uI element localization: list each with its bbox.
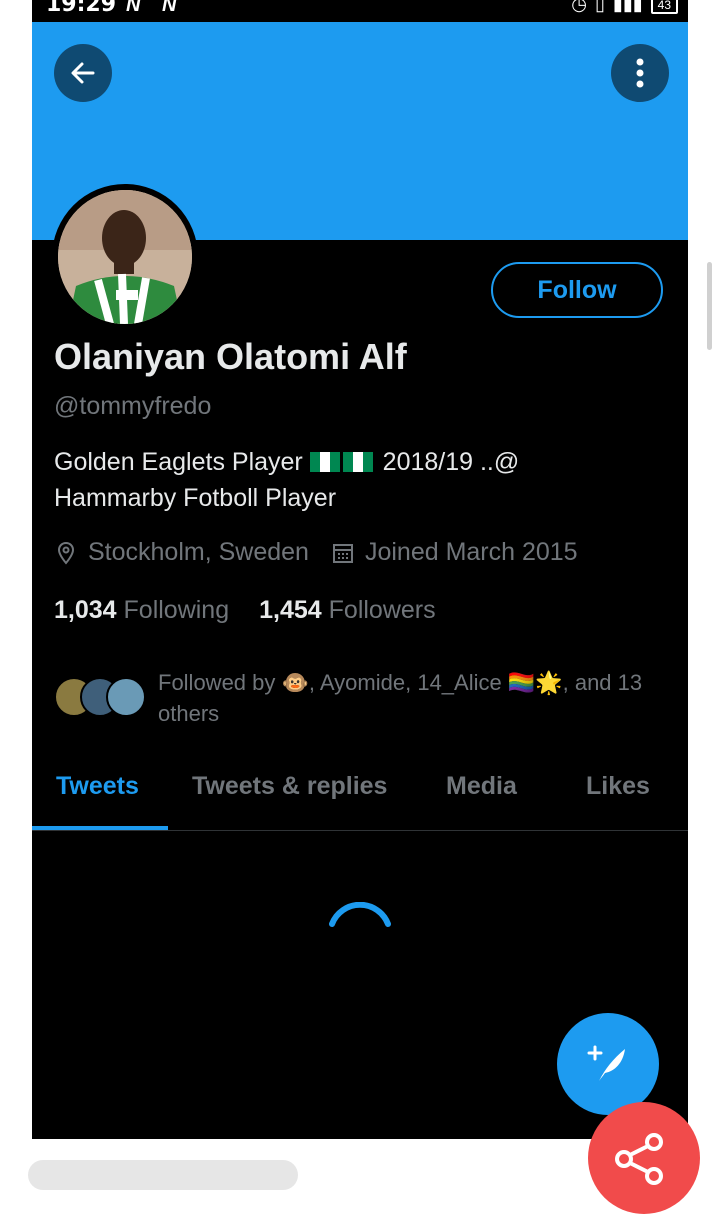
- back-button[interactable]: [54, 44, 112, 102]
- profile-avatar[interactable]: [52, 184, 198, 330]
- bottom-bar: [28, 1160, 298, 1190]
- battery-icon: 43: [650, 0, 678, 14]
- following-label: Following: [123, 596, 230, 624]
- vibrate-icon: ▯: [595, 0, 605, 14]
- follower-avatars: [54, 677, 146, 729]
- tab-media[interactable]: Media: [446, 772, 517, 801]
- profile-location: Stockholm, Sweden: [88, 538, 309, 566]
- bio-text: Golden Eaglets Player: [54, 448, 303, 476]
- avatar-image: [58, 190, 192, 324]
- profile-stats: 1,034 Following 1,454 Followers: [54, 596, 436, 625]
- signal-icon: ▮▮▮: [612, 0, 643, 14]
- profile-meta: Stockholm, Sweden Joined March 2015: [54, 538, 578, 567]
- profile-handle: @tommyfredo: [54, 392, 212, 420]
- followers-link[interactable]: 1,454 Followers: [259, 596, 436, 625]
- bio-text: Hammarby Fotboll Player: [54, 484, 337, 512]
- nigeria-flag-icon: [309, 448, 376, 476]
- profile-joined-date: Joined March 2015: [364, 538, 578, 566]
- compose-tweet-button[interactable]: [557, 1013, 659, 1115]
- followed-by-text: Followed by 🐵, Ayomide, 14_Alice 🏳️‍🌈🌟, …: [158, 667, 674, 729]
- followers-count: 1,454: [259, 596, 322, 624]
- follow-button[interactable]: Follow: [491, 262, 663, 318]
- notification-n-icon: N: [126, 0, 141, 16]
- profile-screen: Follow Olaniyan Olatomi Alf @tommyfredo …: [32, 22, 688, 1139]
- profile-tabs: Tweets Tweets & replies Media Likes: [32, 764, 688, 831]
- followed-by[interactable]: Followed by 🐵, Ayomide, 14_Alice 🏳️‍🌈🌟, …: [54, 667, 674, 729]
- back-arrow-icon: [71, 62, 95, 84]
- compose-tweet-icon: [587, 1045, 625, 1081]
- share-icon: [615, 1133, 663, 1185]
- status-bar: 19:29 N N ◷ ▯ ▮▮▮ 43: [32, 0, 688, 22]
- scrollbar[interactable]: [707, 262, 712, 350]
- more-options-button[interactable]: [611, 44, 669, 102]
- profile-name: Olaniyan Olatomi Alf: [54, 336, 407, 377]
- status-time: 19:29: [46, 0, 117, 17]
- notification-n-icon: N: [162, 0, 177, 16]
- following-link[interactable]: 1,034 Following: [54, 596, 229, 625]
- followed-by-line: others: [158, 701, 220, 726]
- avatar-photo: [58, 190, 192, 324]
- more-vertical-icon: [636, 58, 644, 88]
- alarm-icon: ◷: [571, 0, 588, 14]
- status-icons: ◷ ▯ ▮▮▮ 43: [571, 0, 678, 15]
- active-tab-indicator: [32, 826, 168, 830]
- tab-likes[interactable]: Likes: [586, 772, 650, 801]
- loading-spinner-icon: [329, 902, 391, 927]
- location-pin-icon: [57, 541, 75, 565]
- calendar-icon: [332, 543, 353, 563]
- tab-tweets-replies[interactable]: Tweets & replies: [192, 772, 387, 801]
- following-count: 1,034: [54, 596, 117, 624]
- followed-by-line: Followed by 🐵, Ayomide, 14_Alice 🏳️‍🌈🌟, …: [158, 670, 643, 695]
- share-button[interactable]: [588, 1102, 700, 1214]
- avatar: [106, 677, 146, 717]
- bio-text[interactable]: 2018/19 ..@: [383, 448, 520, 476]
- profile-bio: Golden Eaglets Player 2018/19 ..@ Hammar…: [54, 444, 654, 516]
- followers-label: Followers: [328, 596, 436, 624]
- tab-tweets[interactable]: Tweets: [56, 772, 139, 801]
